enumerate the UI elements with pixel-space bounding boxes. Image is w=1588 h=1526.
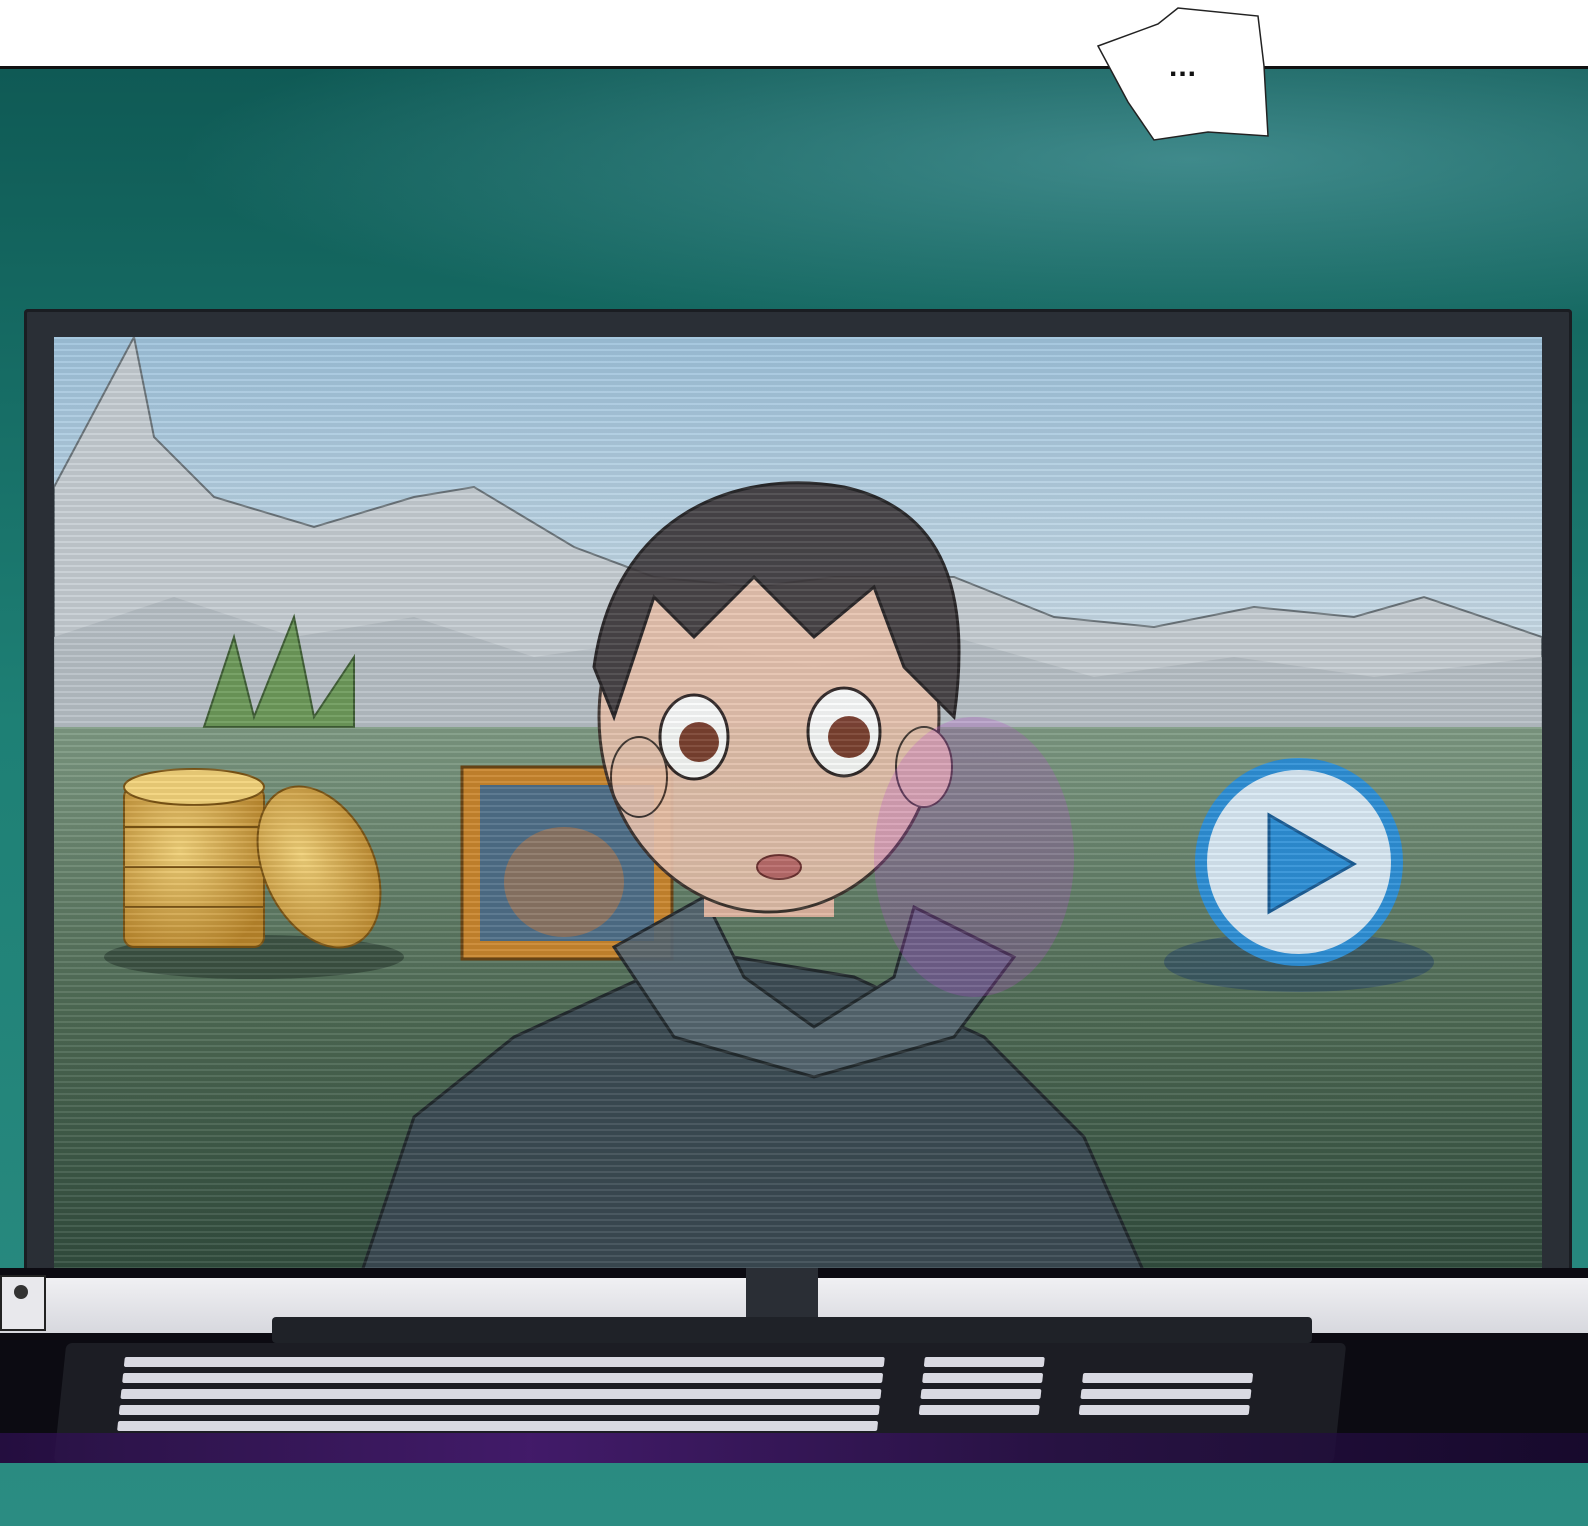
speech-bubble-text: ... bbox=[1168, 50, 1197, 83]
key-row[interactable] bbox=[120, 1389, 882, 1399]
key-row[interactable] bbox=[922, 1373, 1044, 1383]
speaker-icon bbox=[0, 1275, 46, 1331]
key-row[interactable] bbox=[923, 1357, 1045, 1367]
key-row[interactable] bbox=[118, 1405, 880, 1415]
key-row[interactable] bbox=[117, 1421, 879, 1431]
key-row[interactable] bbox=[1082, 1373, 1254, 1383]
key-row[interactable] bbox=[1080, 1389, 1252, 1399]
key-row[interactable] bbox=[918, 1405, 1040, 1415]
key-row[interactable] bbox=[920, 1389, 1042, 1399]
key-row[interactable] bbox=[123, 1357, 885, 1367]
speaker-dot bbox=[14, 1285, 28, 1299]
key-row[interactable] bbox=[1078, 1405, 1250, 1415]
rgb-light-strip bbox=[0, 1433, 1588, 1463]
speech-bubble: ... bbox=[1088, 6, 1278, 142]
desk-area bbox=[0, 69, 1588, 1526]
monitor-stand-base bbox=[272, 1317, 1312, 1343]
comic-panel bbox=[0, 66, 1588, 1526]
key-row[interactable] bbox=[122, 1373, 884, 1383]
